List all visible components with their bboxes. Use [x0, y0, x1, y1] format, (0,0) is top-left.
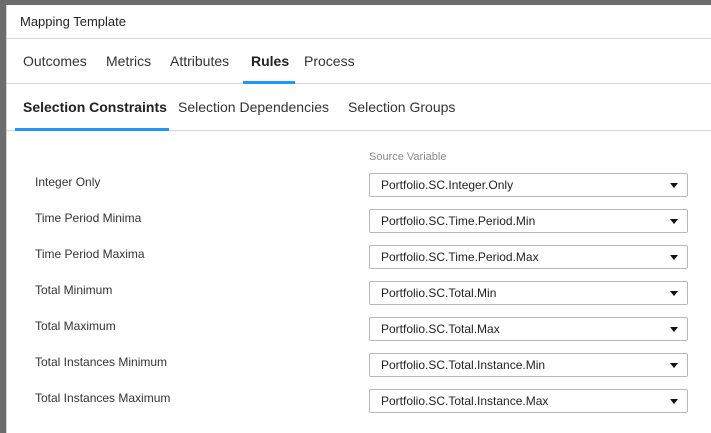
- subtab-selection-groups[interactable]: Selection Groups: [348, 84, 455, 130]
- select-value: Portfolio.SC.Time.Period.Max: [381, 250, 539, 264]
- subtab-selection-dependencies[interactable]: Selection Dependencies: [178, 84, 329, 130]
- caret-down-icon: [670, 327, 678, 332]
- tab-process[interactable]: Process: [304, 39, 355, 83]
- select-value: Portfolio.SC.Integer.Only: [381, 178, 514, 192]
- constraint-row-total-instances-maximum: Total Instances Maximum Portfolio.SC.Tot…: [7, 377, 711, 413]
- source-variable-select[interactable]: Portfolio.SC.Total.Instance.Min: [369, 353, 688, 377]
- row-label: Time Period Minima: [35, 211, 142, 225]
- constraint-row-total-instances-minimum: Total Instances Minimum Portfolio.SC.Tot…: [7, 341, 711, 377]
- caret-down-icon: [670, 399, 678, 404]
- source-variable-select[interactable]: Portfolio.SC.Total.Instance.Max: [369, 389, 688, 413]
- row-label: Total Maximum: [35, 319, 116, 333]
- select-value: Portfolio.SC.Time.Period.Min: [381, 214, 536, 228]
- source-variable-select[interactable]: Portfolio.SC.Total.Max: [369, 317, 688, 341]
- row-label: Total Minimum: [35, 283, 113, 297]
- constraint-row-time-period-maxima: Time Period Maxima Portfolio.SC.Time.Per…: [7, 233, 711, 269]
- sub-tabs: Selection Constraints Selection Dependen…: [7, 84, 711, 131]
- select-value: Portfolio.SC.Total.Instance.Min: [381, 358, 546, 372]
- main-tabs: Outcomes Metrics Attributes Rules Proces…: [7, 39, 711, 84]
- select-value: Portfolio.SC.Total.Max: [381, 322, 500, 336]
- source-variable-select[interactable]: Portfolio.SC.Time.Period.Min: [369, 209, 688, 233]
- caret-down-icon: [670, 255, 678, 260]
- select-value: Portfolio.SC.Total.Instance.Max: [381, 394, 549, 408]
- dialog-title: Mapping Template: [7, 5, 711, 39]
- active-subtab-indicator: [15, 128, 169, 131]
- source-variable-select[interactable]: Portfolio.SC.Integer.Only: [369, 173, 688, 197]
- mapping-template-dialog: Mapping Template Outcomes Metrics Attrib…: [6, 5, 711, 433]
- tab-outcomes[interactable]: Outcomes: [23, 39, 87, 83]
- row-label: Total Instances Minimum: [35, 355, 168, 369]
- constraint-row-total-minimum: Total Minimum Portfolio.SC.Total.Min: [7, 269, 711, 305]
- subtab-selection-constraints[interactable]: Selection Constraints: [23, 84, 167, 130]
- caret-down-icon: [670, 291, 678, 296]
- row-label: Total Instances Maximum: [35, 391, 171, 405]
- tab-rules[interactable]: Rules: [251, 39, 289, 83]
- tab-attributes[interactable]: Attributes: [170, 39, 229, 83]
- select-value: Portfolio.SC.Total.Min: [381, 286, 497, 300]
- row-label: Integer Only: [35, 175, 101, 189]
- caret-down-icon: [670, 363, 678, 368]
- tab-metrics[interactable]: Metrics: [106, 39, 151, 83]
- constraint-row-integer-only: Integer Only Portfolio.SC.Integer.Only: [7, 161, 711, 197]
- constraint-row-total-maximum: Total Maximum Portfolio.SC.Total.Max: [7, 305, 711, 341]
- constraint-row-time-period-minima: Time Period Minima Portfolio.SC.Time.Per…: [7, 197, 711, 233]
- caret-down-icon: [670, 219, 678, 224]
- source-variable-select[interactable]: Portfolio.SC.Time.Period.Max: [369, 245, 688, 269]
- source-variable-select[interactable]: Portfolio.SC.Total.Min: [369, 281, 688, 305]
- row-label: Time Period Maxima: [35, 247, 145, 261]
- caret-down-icon: [670, 183, 678, 188]
